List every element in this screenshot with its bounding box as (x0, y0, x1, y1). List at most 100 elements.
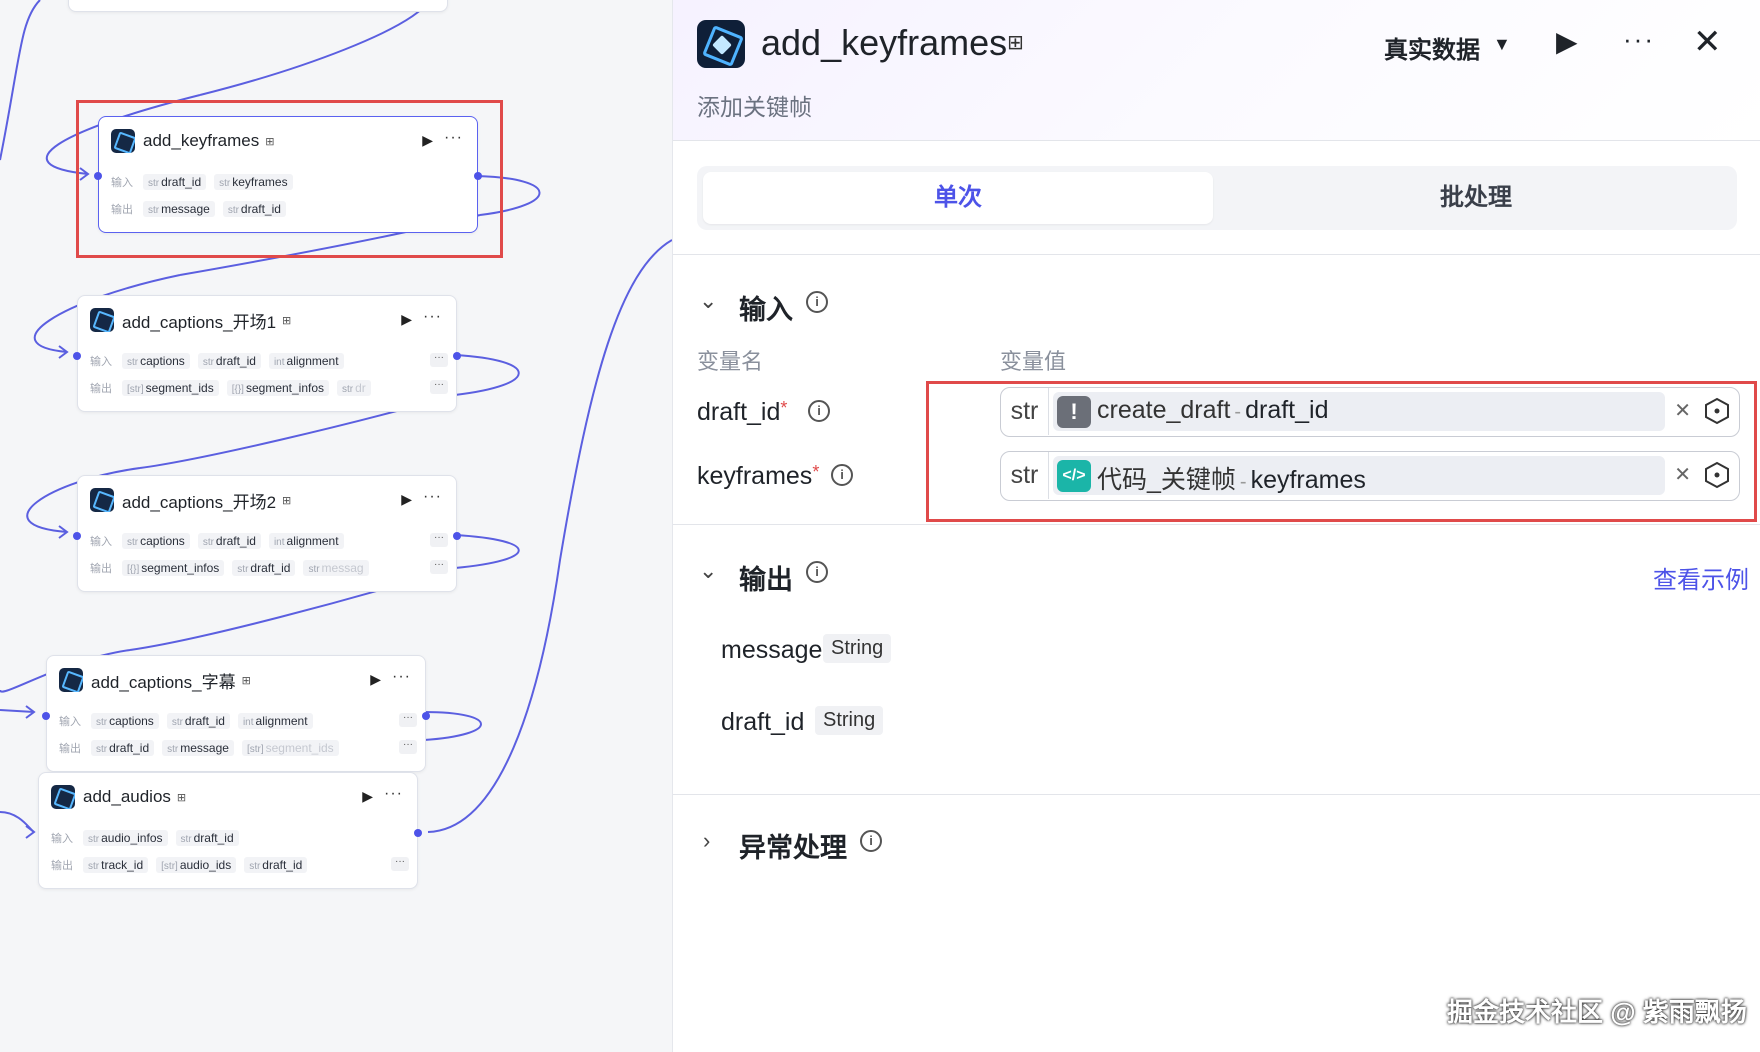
more-icon[interactable]: ··· (384, 785, 403, 803)
output-chip: str draft_id (232, 560, 296, 576)
divider (673, 524, 1760, 525)
output-chip: str draft_id (91, 740, 155, 756)
input-port[interactable] (42, 712, 50, 720)
copy-icon: ⊞ (241, 674, 251, 687)
var-name-draft-id: draft_id* (697, 398, 788, 426)
info-icon[interactable]: i (808, 400, 830, 422)
chevron-down-icon[interactable]: ⌄ (699, 288, 717, 314)
info-icon[interactable]: i (831, 464, 853, 486)
app-logo-icon (51, 785, 75, 809)
divider (673, 794, 1760, 795)
input-chip: str draft_id (197, 533, 261, 549)
output-port[interactable] (453, 532, 461, 540)
node-add-captions-1[interactable]: add_captions_开场1 ⊞ ▶ ··· 输入 str captions … (73, 295, 461, 412)
copy-icon[interactable]: ⊞ (1007, 30, 1024, 55)
node-title: add_captions_开场2 (122, 492, 277, 512)
input-chip: str audio_infos (83, 830, 168, 846)
play-icon[interactable]: ▶ (362, 788, 373, 805)
panel-header-background (673, 0, 1760, 140)
play-icon[interactable]: ▶ (370, 671, 381, 688)
output-chip: [str] segment_ids (122, 380, 219, 396)
chevron-right-icon[interactable]: › (703, 828, 710, 854)
node-partial-top[interactable] (68, 0, 448, 12)
close-icon[interactable]: ✕ (1693, 22, 1722, 62)
app-logo-icon (59, 668, 83, 692)
output-chip: [{}] segment_infos (226, 380, 330, 396)
divider (673, 140, 1760, 141)
input-chip: str captions (122, 533, 190, 549)
output-label: 输出 (51, 860, 73, 872)
more-fields-button[interactable]: ··· (430, 560, 448, 574)
app-logo-icon (90, 488, 114, 512)
output-label: 输出 (59, 743, 81, 755)
more-fields-button[interactable]: ··· (399, 740, 417, 754)
play-icon[interactable]: ▶ (401, 311, 412, 328)
output-port[interactable] (422, 712, 430, 720)
play-icon[interactable]: ▶ (1556, 25, 1578, 58)
output-chip: str messag (303, 560, 369, 576)
node-title: add_captions_字幕 (91, 672, 236, 692)
input-chip: int alignment (268, 533, 344, 549)
input-label: 输入 (59, 716, 81, 728)
copy-icon: ⊞ (282, 314, 292, 327)
tab-batch[interactable]: 批处理 (1221, 172, 1731, 224)
input-port[interactable] (73, 352, 81, 360)
more-fields-button[interactable]: ··· (391, 857, 409, 871)
input-chip: str draft_id (197, 353, 261, 369)
panel-title: add_keyframes (761, 22, 1008, 63)
tab-single[interactable]: 单次 (703, 172, 1213, 224)
node-title: add_captions_开场1 (122, 312, 277, 332)
more-fields-button[interactable]: ··· (430, 353, 448, 367)
play-icon[interactable]: ▶ (401, 491, 412, 508)
input-chip: int alignment (268, 353, 344, 369)
info-icon[interactable]: i (860, 830, 882, 852)
workflow-canvas[interactable]: add_keyframes ⊞ ▶ ··· 输入 str draft_id str… (0, 0, 672, 1052)
var-name-keyframes: keyframes* (697, 462, 820, 490)
output-type-badge: String (815, 706, 884, 735)
input-chip: str captions (122, 353, 190, 369)
more-icon[interactable]: ··· (423, 488, 442, 506)
highlight-box-inputs (926, 381, 1757, 522)
more-icon[interactable]: ··· (392, 668, 411, 686)
input-chip: str draft_id (166, 713, 230, 729)
divider (673, 254, 1760, 255)
output-chip: str message (162, 740, 234, 756)
run-mode-tabs: 单次 批处理 (697, 166, 1737, 230)
output-chip: str draft_id (244, 857, 308, 873)
output-chip: [{}] segment_infos (122, 560, 225, 576)
column-header-value: 变量值 (1000, 349, 1067, 374)
copy-icon: ⊞ (176, 791, 187, 804)
output-label: 输出 (90, 563, 112, 575)
output-port[interactable] (453, 352, 461, 360)
input-label: 输入 (90, 536, 112, 548)
more-fields-button[interactable]: ··· (430, 380, 448, 394)
input-chip: int alignment (237, 713, 313, 729)
input-label: 输入 (51, 833, 73, 845)
output-name: message (721, 636, 823, 664)
output-section-title: 输出 (739, 565, 793, 595)
output-port[interactable] (414, 829, 422, 837)
copy-icon: ⊞ (282, 494, 292, 507)
input-chip: str draft_id (175, 830, 239, 846)
info-icon[interactable]: i (806, 291, 828, 313)
input-port[interactable] (73, 532, 81, 540)
more-fields-button[interactable]: ··· (399, 713, 417, 727)
caret-down-icon[interactable]: ▼ (1493, 34, 1511, 55)
output-chip: str dr (337, 380, 371, 396)
node-add-captions-subtitle[interactable]: add_captions_字幕 ⊞ ▶ ··· 输入 str captions s… (42, 655, 430, 772)
more-icon[interactable]: ··· (423, 308, 442, 326)
output-label: 输出 (90, 383, 112, 395)
output-name: draft_id (721, 708, 805, 736)
chevron-down-icon[interactable]: ⌄ (699, 558, 717, 584)
input-label: 输入 (90, 356, 112, 368)
highlight-box-node (76, 100, 503, 258)
input-section-title: 输入 (739, 295, 793, 325)
view-example-link[interactable]: 查看示例 (1653, 560, 1749, 595)
node-add-audios[interactable]: add_audios ⊞ ▶ ··· 输入 str audio_infos str… (38, 772, 422, 889)
node-add-captions-2[interactable]: add_captions_开场2 ⊞ ▶ ··· 输入 str captions … (73, 475, 461, 592)
data-mode-dropdown[interactable]: 真实数据 (1384, 30, 1480, 65)
info-icon[interactable]: i (806, 561, 828, 583)
node-detail-panel: add_keyframes ⊞ 添加关键帧 真实数据 ▼ ▶ ··· ✕ 单次 … (672, 0, 1760, 1052)
more-fields-button[interactable]: ··· (430, 533, 448, 547)
more-icon[interactable]: ··· (1623, 24, 1655, 55)
